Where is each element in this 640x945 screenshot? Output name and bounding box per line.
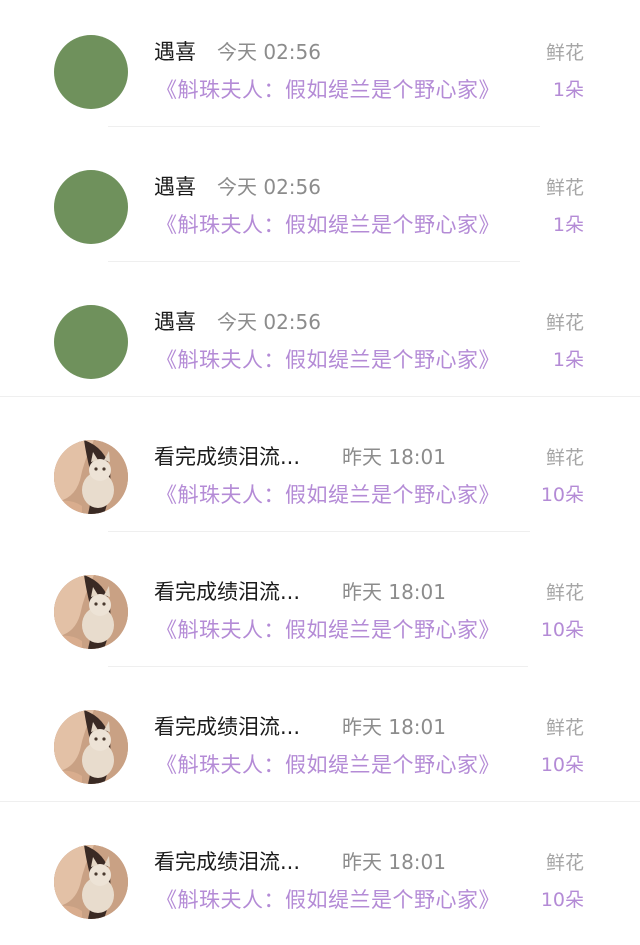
divider xyxy=(108,531,530,532)
timestamp: 昨天 18:01 xyxy=(342,715,446,739)
book-title-link[interactable]: 《斛珠夫人：假如缇兰是个野心家》 xyxy=(156,481,500,509)
girl-with-cat-photo-icon xyxy=(54,845,128,919)
gift-count: 1朵 xyxy=(552,349,584,371)
avatar[interactable] xyxy=(54,575,128,649)
user-name[interactable]: 看完成绩泪流... xyxy=(154,713,300,741)
list-item[interactable]: 看完成绩泪流... 昨天 18:01 《斛珠夫人：假如缇兰是个野心家》 鲜花 1… xyxy=(0,405,640,540)
book-title-link[interactable]: 《斛珠夫人：假如缇兰是个野心家》 xyxy=(156,76,500,104)
avatar[interactable] xyxy=(54,710,128,784)
avatar[interactable] xyxy=(54,845,128,919)
gift-type-label: 鲜花 xyxy=(545,177,584,199)
divider xyxy=(0,396,640,397)
gift-record-list: 遇喜 今天 02:56 《斛珠夫人：假如缇兰是个野心家》 鲜花 1朵 遇喜 今天… xyxy=(0,0,640,929)
gift-type-label: 鲜花 xyxy=(545,42,584,64)
list-item[interactable]: 看完成绩泪流... 昨天 18:01 《斛珠夫人：假如缇兰是个野心家》 鲜花 1… xyxy=(0,810,640,945)
user-name[interactable]: 遇喜 xyxy=(154,308,196,336)
gift-count: 10朵 xyxy=(540,484,584,506)
timestamp: 今天 02:56 xyxy=(217,175,321,199)
gift-type-label: 鲜花 xyxy=(545,312,584,334)
book-title-link[interactable]: 《斛珠夫人：假如缇兰是个野心家》 xyxy=(156,346,500,374)
timestamp: 今天 02:56 xyxy=(217,40,321,64)
girl-with-cat-photo-icon xyxy=(54,575,128,649)
avatar[interactable] xyxy=(54,305,128,379)
gift-type-label: 鲜花 xyxy=(545,852,584,874)
gift-type-label: 鲜花 xyxy=(545,717,584,739)
list-item[interactable]: 遇喜 今天 02:56 《斛珠夫人：假如缇兰是个野心家》 鲜花 1朵 xyxy=(0,270,640,405)
avatar[interactable] xyxy=(54,170,128,244)
book-title-link[interactable]: 《斛珠夫人：假如缇兰是个野心家》 xyxy=(156,886,500,914)
user-name[interactable]: 遇喜 xyxy=(154,173,196,201)
user-name[interactable]: 看完成绩泪流... xyxy=(154,848,300,876)
avatar[interactable] xyxy=(54,35,128,109)
gift-count: 10朵 xyxy=(540,889,584,911)
user-name[interactable]: 遇喜 xyxy=(154,38,196,66)
gift-type-label: 鲜花 xyxy=(545,582,584,604)
divider xyxy=(0,801,640,802)
gift-count: 1朵 xyxy=(552,214,584,236)
divider xyxy=(108,126,540,127)
timestamp: 昨天 18:01 xyxy=(342,850,446,874)
book-title-link[interactable]: 《斛珠夫人：假如缇兰是个野心家》 xyxy=(156,211,500,239)
gift-count: 10朵 xyxy=(540,619,584,641)
list-item[interactable]: 看完成绩泪流... 昨天 18:01 《斛珠夫人：假如缇兰是个野心家》 鲜花 1… xyxy=(0,540,640,675)
timestamp: 昨天 18:01 xyxy=(342,580,446,604)
user-name[interactable]: 看完成绩泪流... xyxy=(154,578,300,606)
book-title-link[interactable]: 《斛珠夫人：假如缇兰是个野心家》 xyxy=(156,616,500,644)
avatar[interactable] xyxy=(54,440,128,514)
gift-type-label: 鲜花 xyxy=(545,447,584,469)
girl-with-cat-photo-icon xyxy=(54,710,128,784)
girl-with-cat-photo-icon xyxy=(54,440,128,514)
book-title-link[interactable]: 《斛珠夫人：假如缇兰是个野心家》 xyxy=(156,751,500,779)
timestamp: 昨天 18:01 xyxy=(342,445,446,469)
divider xyxy=(108,666,528,667)
timestamp: 今天 02:56 xyxy=(217,310,321,334)
gift-count: 10朵 xyxy=(540,754,584,776)
gift-count: 1朵 xyxy=(552,79,584,101)
divider xyxy=(108,261,520,262)
list-item[interactable]: 看完成绩泪流... 昨天 18:01 《斛珠夫人：假如缇兰是个野心家》 鲜花 1… xyxy=(0,675,640,810)
list-item[interactable]: 遇喜 今天 02:56 《斛珠夫人：假如缇兰是个野心家》 鲜花 1朵 xyxy=(0,0,640,135)
list-item[interactable]: 遇喜 今天 02:56 《斛珠夫人：假如缇兰是个野心家》 鲜花 1朵 xyxy=(0,135,640,270)
user-name[interactable]: 看完成绩泪流... xyxy=(154,443,300,471)
